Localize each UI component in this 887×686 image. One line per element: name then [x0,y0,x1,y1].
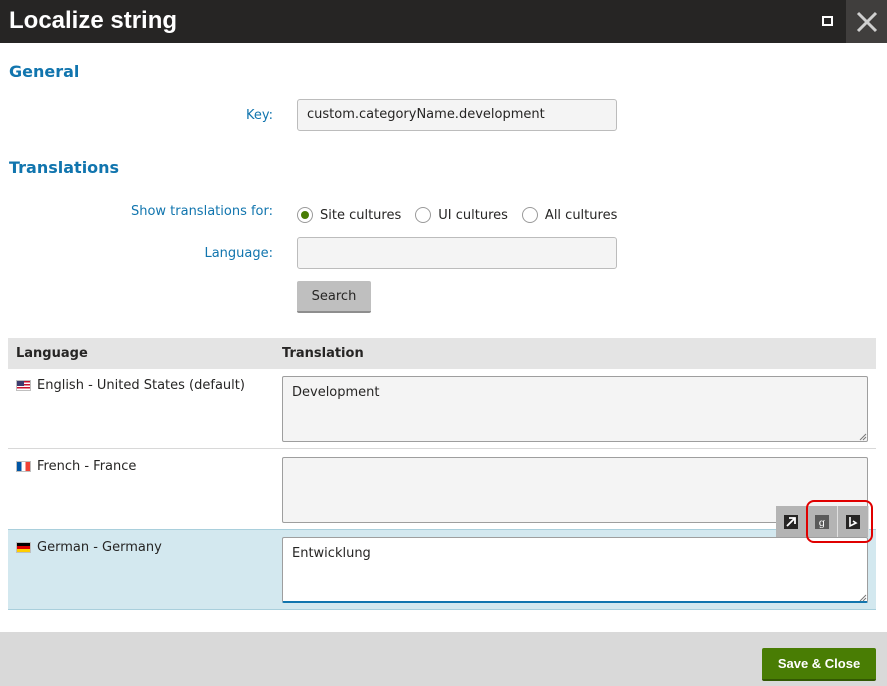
fr-flag-icon [16,461,31,472]
key-field[interactable]: custom.categoryName.development [297,99,617,131]
dialog-title: Localize string [9,7,178,34]
dialog-titlebar: Localize string [0,0,887,43]
radio-unchecked-icon [415,207,432,223]
translations-heading: Translations [9,158,120,177]
language-name: German - Germany [37,540,162,555]
table-row: French - France [8,450,876,530]
show-translations-label: Show translations for: [130,204,273,219]
highlight-annotation [806,500,873,543]
general-heading: General [9,62,80,81]
search-button[interactable]: Search [297,281,371,313]
close-button[interactable] [846,0,887,43]
maximize-icon [821,16,833,26]
open-in-window-button[interactable] [776,506,807,537]
translation-textarea[interactable]: Entwicklung [282,537,868,603]
radio-all-cultures[interactable]: All cultures [521,207,618,223]
language-cell: French - France [16,459,136,474]
language-input[interactable] [297,237,617,269]
radio-label: UI cultures [438,207,508,223]
us-flag-icon [16,380,31,391]
save-close-button[interactable]: Save & Close [762,648,876,681]
column-header-translation: Translation [282,346,364,361]
radio-label: Site cultures [320,207,402,223]
maximize-button[interactable] [812,6,842,36]
radio-label: All cultures [544,207,618,223]
language-label: Language: [204,246,273,261]
dialog-footer [0,632,887,686]
de-flag-icon [16,542,31,553]
language-name: English - United States (default) [37,378,245,393]
radio-ui-cultures[interactable]: UI cultures [415,207,508,223]
resize-grip-icon[interactable] [859,433,867,441]
translation-textarea[interactable]: Development [282,376,868,442]
language-name: French - France [37,459,137,474]
table-row-selected: German - Germany Entwicklung [8,529,876,610]
column-header-language: Language [16,346,88,361]
key-label: Key: [245,108,273,123]
culture-radio-group: Site cultures UI cultures All cultures [297,205,631,225]
radio-checked-icon [297,207,313,223]
radio-unchecked-icon [521,207,538,223]
table-row: English - United States (default) Develo… [8,369,876,449]
radio-site-cultures[interactable]: Site cultures [297,207,401,223]
close-icon [856,11,877,32]
language-cell: English - United States (default) [16,378,245,393]
language-cell: German - Germany [16,540,162,555]
open-in-window-icon [784,514,798,529]
resize-grip-icon[interactable] [859,594,867,602]
grid-header: Language Translation [8,338,876,369]
